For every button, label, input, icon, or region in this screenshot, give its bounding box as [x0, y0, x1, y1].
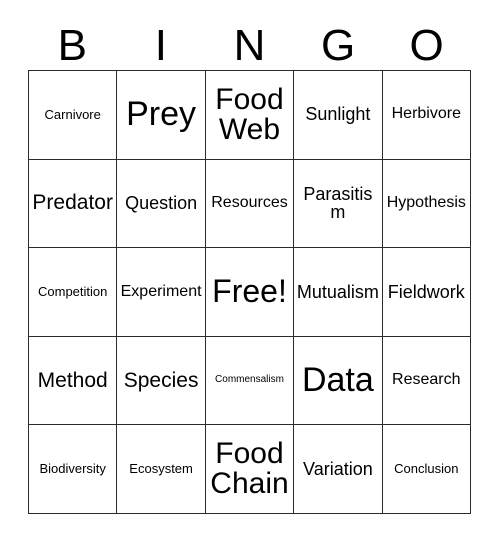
bingo-cell[interactable]: Commensalism: [205, 336, 295, 426]
bingo-cell[interactable]: Experiment: [117, 248, 206, 337]
bingo-cell[interactable]: Research: [382, 336, 471, 426]
bingo-grid: Carnivore Prey Food Web Sunlight Herbivo…: [28, 70, 471, 514]
bingo-cell-label: Predator: [32, 191, 113, 215]
bingo-cell[interactable]: Mutualism: [294, 248, 383, 337]
bingo-cell[interactable]: Question: [117, 159, 206, 249]
bingo-cell-label: Experiment: [120, 282, 202, 300]
bingo-cell-label: Carnivore: [44, 106, 101, 122]
header-letter-b: B: [57, 21, 87, 70]
bingo-cell-free[interactable]: Free!: [205, 248, 295, 337]
bingo-cell-label: Hypothesis: [386, 193, 466, 211]
bingo-cell-label: Variation: [303, 458, 373, 479]
bingo-cell[interactable]: Variation: [294, 425, 383, 514]
bingo-cell[interactable]: Conclusion: [382, 425, 471, 514]
bingo-cell-label: Species: [123, 368, 199, 392]
bingo-cell-label: Food Web: [215, 82, 284, 146]
bingo-cell[interactable]: Species: [117, 336, 206, 426]
bingo-cell-label: Competition: [38, 284, 108, 300]
bingo-cell[interactable]: Biodiversity: [29, 425, 118, 514]
bingo-cell-label: Research: [392, 371, 461, 389]
bingo-cell-label: Fieldwork: [387, 281, 465, 302]
bingo-cell[interactable]: Carnivore: [29, 71, 118, 160]
bingo-cell[interactable]: Data: [294, 336, 383, 426]
bingo-cell[interactable]: Resources: [205, 159, 295, 249]
bingo-cell-label: Mutualism: [296, 281, 379, 302]
bingo-cell[interactable]: Herbivore: [382, 71, 471, 160]
bingo-cell-label: Data: [301, 360, 374, 399]
header-letter-o: O: [409, 21, 444, 70]
bingo-cell[interactable]: Method: [29, 336, 118, 426]
bingo-card: B I N G O Carnivore Prey Food Web Sunlig…: [0, 0, 500, 544]
bingo-cell[interactable]: Fieldwork: [382, 248, 471, 337]
bingo-cell[interactable]: Ecosystem: [117, 425, 206, 514]
bingo-cell-label: Question: [125, 192, 198, 213]
bingo-cell[interactable]: Predator: [29, 159, 118, 249]
bingo-cell-label: Parasitism: [303, 183, 373, 223]
bingo-cell[interactable]: Prey: [117, 71, 206, 160]
bingo-cell[interactable]: Food Web: [205, 71, 295, 160]
bingo-cell-label: Herbivore: [391, 105, 461, 123]
header-letter-g: G: [320, 21, 356, 70]
header-letter-n: N: [233, 21, 266, 70]
bingo-cell-label: Ecosystem: [129, 461, 193, 477]
bingo-cell-label: Commensalism: [215, 374, 284, 386]
bingo-header: B I N G O: [28, 14, 471, 70]
bingo-cell-label: Resources: [211, 193, 288, 211]
bingo-cell-label: Conclusion: [394, 461, 459, 477]
header-letter-i: I: [154, 21, 167, 70]
bingo-cell[interactable]: Hypothesis: [382, 159, 471, 249]
bingo-cell-label: Free!: [212, 273, 287, 310]
bingo-cell[interactable]: Sunlight: [294, 71, 383, 160]
bingo-cell-label: Food Chain: [210, 437, 289, 501]
bingo-cell-label: Biodiversity: [39, 461, 106, 477]
bingo-cell-label: Method: [37, 368, 108, 392]
bingo-cell[interactable]: Parasitism: [294, 159, 383, 249]
bingo-cell-label: Prey: [126, 94, 197, 133]
bingo-cell[interactable]: Food Chain: [205, 425, 295, 514]
bingo-cell-label: Sunlight: [305, 104, 371, 125]
bingo-cell[interactable]: Competition: [29, 248, 118, 337]
